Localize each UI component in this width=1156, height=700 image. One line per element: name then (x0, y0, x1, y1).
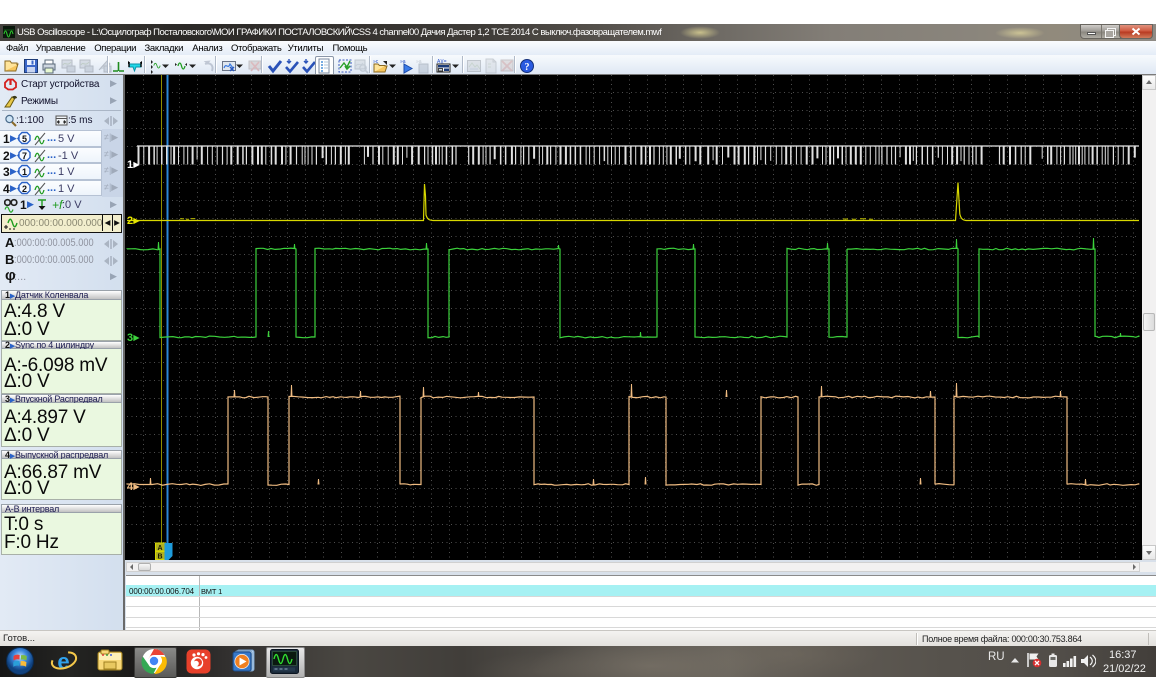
svg-text:3: 3 (127, 332, 133, 344)
svg-text:A: A (158, 545, 163, 552)
svg-text:1: 1 (22, 167, 27, 177)
svg-text:7: 7 (22, 151, 27, 161)
svg-text:1: 1 (127, 159, 133, 171)
svg-text:?: ? (525, 62, 530, 73)
svg-text:2: 2 (127, 215, 133, 227)
svg-text:5: 5 (22, 134, 27, 144)
svg-text:2: 2 (22, 184, 27, 194)
svg-text:e: e (57, 649, 69, 674)
svg-text:B: B (158, 554, 163, 561)
